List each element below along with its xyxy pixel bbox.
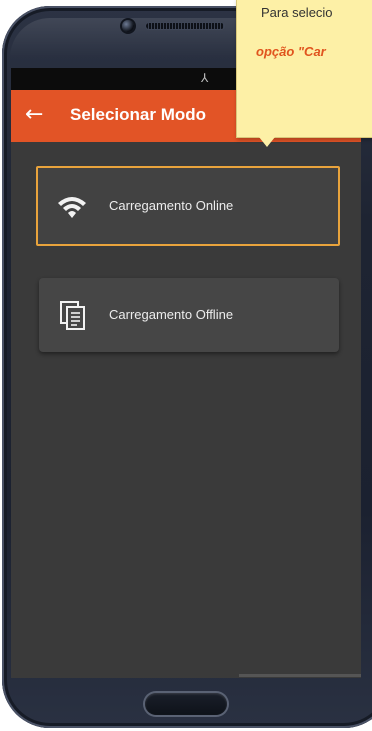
mode-card-offline[interactable]: Carregamento Offline — [39, 278, 339, 352]
tooltip-text-line2: opção "Car — [256, 44, 326, 59]
speaker-grille — [146, 23, 224, 29]
mode-label-offline: Carregamento Offline — [109, 307, 234, 322]
phone-frame: ⅄ ← Selecionar Modo Carregamento Online — [0, 0, 372, 731]
tooltip-pointer — [259, 137, 275, 147]
tutorial-tooltip: Para selecio opção "Car — [236, 0, 372, 138]
phone-screen: ⅄ ← Selecionar Modo Carregamento Online — [11, 68, 361, 678]
nav-bar-line — [239, 674, 361, 677]
mute-vibrate-icon: ⅄ — [201, 71, 209, 85]
back-arrow-icon[interactable]: ← — [25, 103, 49, 127]
documents-icon — [60, 301, 85, 330]
mode-card-online[interactable]: Carregamento Online — [36, 166, 340, 246]
page-title: Selecionar Modo — [70, 105, 207, 124]
mode-label-online: Carregamento Online — [109, 198, 234, 213]
tooltip-text-line1: Para selecio — [261, 5, 333, 20]
wifi-icon — [58, 197, 86, 218]
camera-icon — [122, 20, 134, 32]
home-button[interactable] — [145, 693, 227, 715]
